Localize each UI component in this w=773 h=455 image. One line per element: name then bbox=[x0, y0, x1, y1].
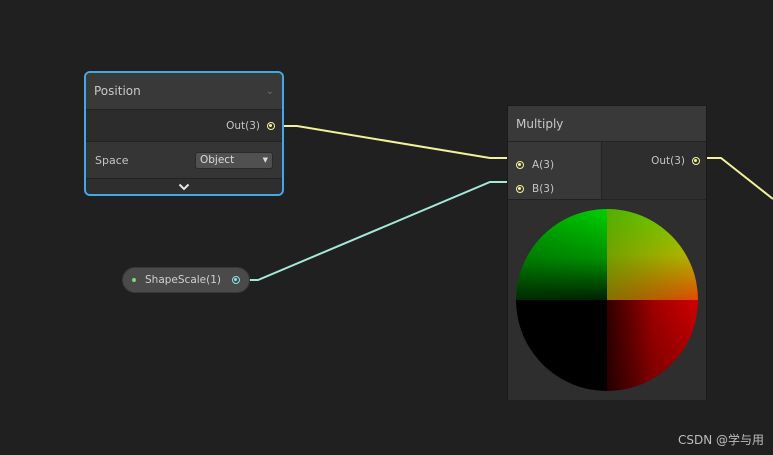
multiply-output-label: Out(3) bbox=[651, 155, 685, 167]
multiply-ports: A(3) B(3) Out(3) bbox=[508, 142, 706, 200]
input-b-row: B(3) bbox=[508, 177, 601, 201]
wire-shapescale-to-multiply-b[interactable] bbox=[236, 181, 512, 281]
multiply-output-port[interactable] bbox=[692, 157, 700, 165]
preview-sphere bbox=[516, 209, 698, 391]
input-a-row: A(3) bbox=[508, 153, 601, 177]
shapescale-output-port[interactable] bbox=[232, 276, 240, 284]
shapescale-property-node[interactable]: ShapeScale(1) bbox=[122, 267, 250, 293]
multiply-outputs: Out(3) bbox=[602, 142, 706, 199]
multiply-output-row: Out(3) bbox=[651, 152, 700, 170]
multiply-preview[interactable] bbox=[508, 200, 706, 400]
expand-preview-toggle[interactable] bbox=[86, 179, 282, 194]
multiply-node-title: Multiply bbox=[516, 116, 564, 131]
multiply-inputs: A(3) B(3) bbox=[508, 142, 602, 199]
position-output-port[interactable] bbox=[267, 121, 275, 130]
position-output-row: Out(3) bbox=[86, 110, 282, 142]
space-row: Space Object ▼ bbox=[86, 142, 282, 179]
position-node-title: Position bbox=[94, 84, 141, 98]
position-output-label: Out(3) bbox=[226, 119, 260, 132]
input-a-label: A(3) bbox=[532, 159, 555, 171]
space-dropdown-value: Object bbox=[200, 154, 235, 166]
exposed-indicator-icon bbox=[132, 278, 136, 282]
space-dropdown[interactable]: Object ▼ bbox=[195, 151, 273, 169]
space-label: Space bbox=[95, 153, 129, 167]
wire-position-to-multiply-a[interactable] bbox=[275, 125, 512, 159]
shapescale-label: ShapeScale(1) bbox=[145, 274, 222, 286]
chevron-down-icon bbox=[178, 183, 190, 190]
input-b-port[interactable] bbox=[516, 185, 524, 193]
position-node[interactable]: Position ⌄ Out(3) Space Object ▼ bbox=[84, 71, 284, 196]
wire-multiply-out[interactable] bbox=[699, 157, 773, 200]
multiply-node[interactable]: Multiply A(3) B(3) Out(3) bbox=[507, 105, 707, 400]
caret-down-icon: ▼ bbox=[262, 156, 268, 164]
input-a-port[interactable] bbox=[516, 161, 524, 169]
input-b-label: B(3) bbox=[532, 183, 555, 195]
multiply-node-header[interactable]: Multiply bbox=[508, 106, 706, 142]
watermark: CSDN @学与用 bbox=[677, 433, 764, 447]
position-node-header[interactable]: Position ⌄ bbox=[86, 73, 282, 110]
chevron-down-icon[interactable]: ⌄ bbox=[266, 86, 274, 97]
